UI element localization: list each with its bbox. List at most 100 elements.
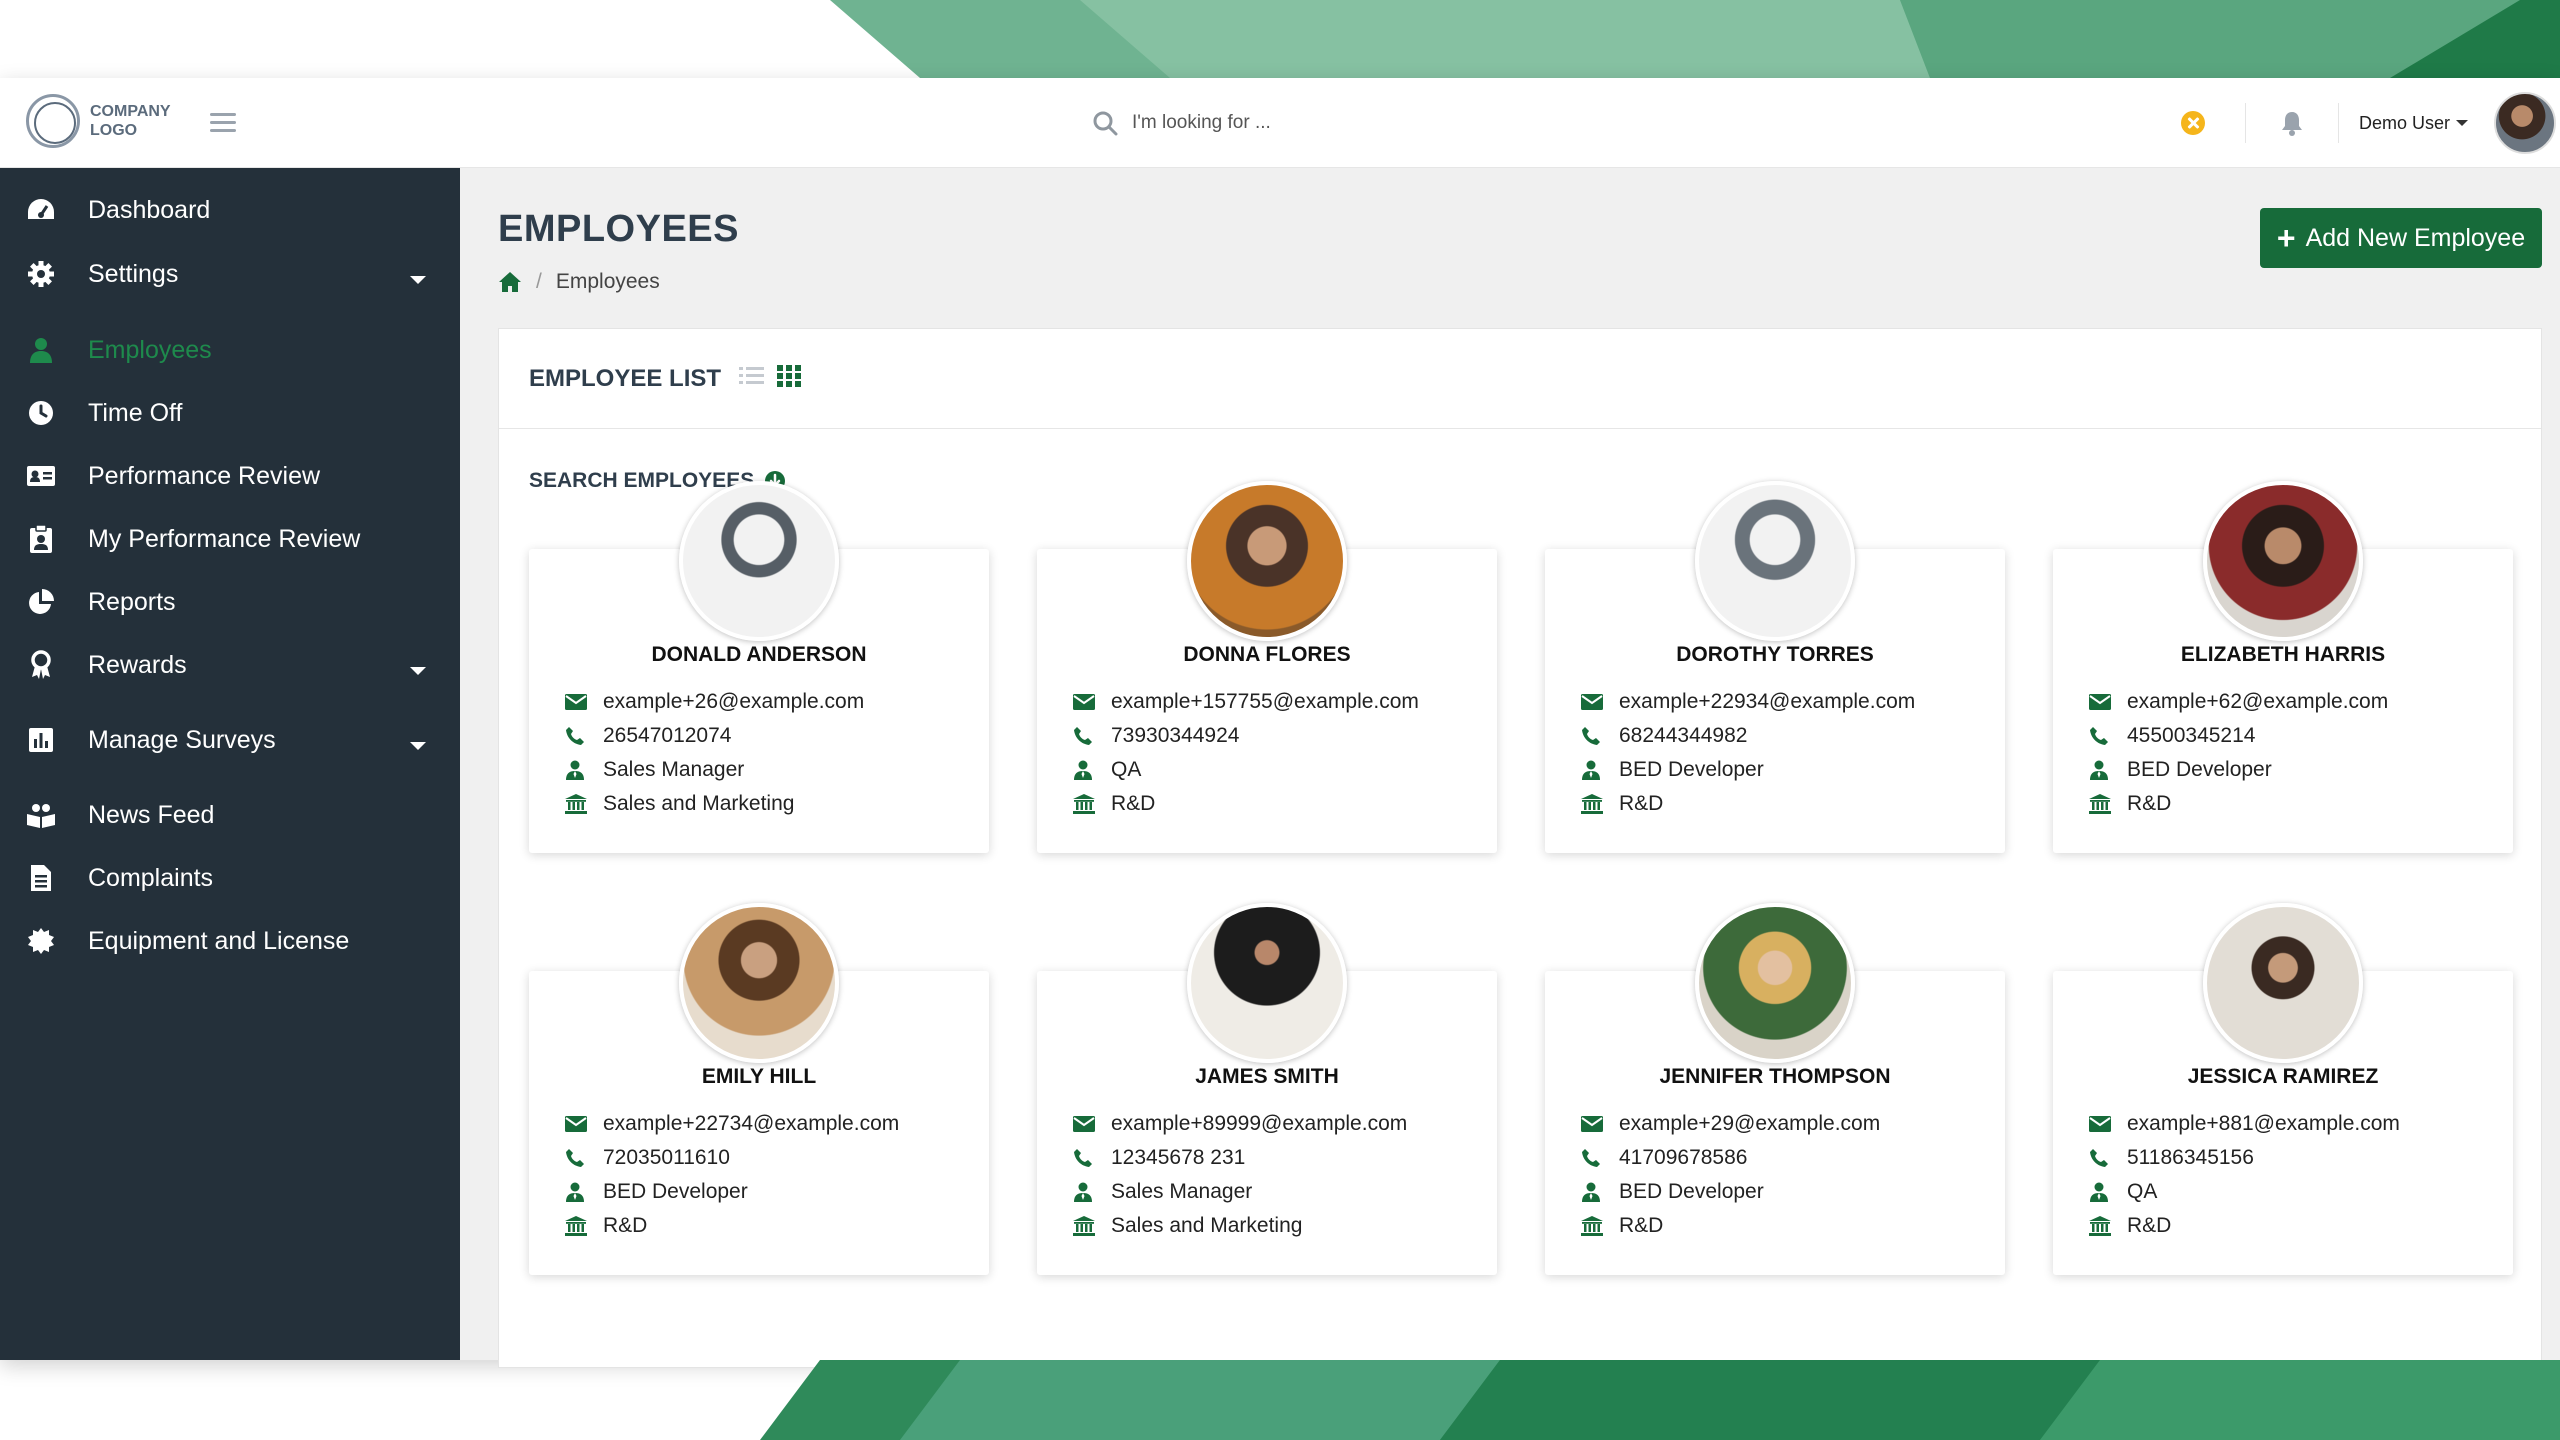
search-input[interactable] xyxy=(1132,112,1472,134)
dashboard-icon xyxy=(25,194,57,226)
employee-department: Sales and Marketing xyxy=(603,792,795,815)
employee-email-row: example+881@example.com xyxy=(2089,1107,2400,1141)
sidebar-item-reports[interactable]: Reports xyxy=(0,576,460,628)
employee-avatar xyxy=(1187,481,1347,641)
employee-email: example+22934@example.com xyxy=(1619,690,1916,713)
employee-email: example+26@example.com xyxy=(603,690,865,713)
employee-phone: 12345678 231 xyxy=(1111,1146,1246,1169)
badge-icon xyxy=(25,925,57,957)
employee-details: example+22934@example.com 68244344982 BED … xyxy=(1581,685,1915,821)
add-new-employee-button[interactable]: + Add New Employee xyxy=(2260,208,2542,268)
list-view-icon[interactable] xyxy=(739,365,765,387)
company-logo[interactable]: COMPANY LOGO xyxy=(26,94,180,148)
phone-icon xyxy=(2089,726,2127,746)
employee-card[interactable]: ELIZABETH HARRIS example+62@example.com 45… xyxy=(2053,481,2513,853)
award-icon xyxy=(25,649,57,681)
clipboard-user-icon xyxy=(25,523,57,555)
employee-card[interactable]: EMILY HILL example+22734@example.com 72035… xyxy=(529,903,989,1275)
plus-icon: + xyxy=(2276,220,2296,256)
hamburger-menu-icon[interactable] xyxy=(210,108,236,136)
employee-card[interactable]: JAMES SMITH example+89999@example.com 1234… xyxy=(1037,903,1497,1275)
envelope-icon xyxy=(1073,1116,1111,1132)
employee-avatar xyxy=(1695,903,1855,1063)
sidebar-item-equipment-and-license[interactable]: Equipment and License xyxy=(0,915,460,967)
sidebar-item-settings[interactable]: Settings xyxy=(0,248,460,300)
employee-details: example+26@example.com 26547012074 Sales M… xyxy=(565,685,864,821)
sidebar-item-label: My Performance Review xyxy=(88,524,361,553)
employee-department: R&D xyxy=(1619,792,1664,815)
employee-name: DONALD ANDERSON xyxy=(651,643,867,666)
user-tie-icon xyxy=(565,1182,603,1202)
employee-role: QA xyxy=(1111,758,1142,781)
employee-role-row: QA xyxy=(1073,753,1419,787)
employee-department-row: R&D xyxy=(565,1209,899,1243)
envelope-icon xyxy=(1581,1116,1619,1132)
sidebar-item-employees[interactable]: Employees xyxy=(0,324,460,376)
employee-department: Sales and Marketing xyxy=(1111,1214,1303,1237)
sidebar-item-complaints[interactable]: Complaints xyxy=(0,852,460,904)
decorative-top-band xyxy=(0,0,2560,78)
sidebar-item-label: Settings xyxy=(88,259,179,288)
chevron-down-icon xyxy=(410,742,426,750)
employee-card[interactable]: JESSICA RAMIREZ example+881@example.com 51… xyxy=(2053,903,2513,1275)
bar-chart-icon xyxy=(25,724,57,756)
employee-details: example+89999@example.com 12345678 231 Sal… xyxy=(1073,1107,1407,1243)
status-warning-icon[interactable] xyxy=(2180,111,2205,135)
employee-role: BED Developer xyxy=(2127,758,2272,781)
envelope-icon xyxy=(1581,694,1619,710)
sidebar-item-time-off[interactable]: Time Off xyxy=(0,387,460,439)
main-content: EMPLOYEES / Employees + Add New Employee… xyxy=(460,168,2560,1368)
pie-chart-icon xyxy=(25,586,57,618)
employee-department: R&D xyxy=(1111,792,1156,815)
user-tie-icon xyxy=(1073,760,1111,780)
employee-phone-row: 72035011610 xyxy=(565,1141,899,1175)
chevron-down-icon xyxy=(410,276,426,284)
employee-card[interactable]: DOROTHY TORRES example+22934@example.com 6… xyxy=(1545,481,2005,853)
employee-phone-row: 73930344924 xyxy=(1073,719,1419,753)
employee-card[interactable]: JENNIFER THOMPSON example+29@example.com 4… xyxy=(1545,903,2005,1275)
decorative-bottom-band xyxy=(0,1360,2560,1440)
employee-role-row: Sales Manager xyxy=(565,753,864,787)
employee-email-row: example+89999@example.com xyxy=(1073,1107,1407,1141)
employee-card[interactable]: DONNA FLORES example+157755@example.com 73… xyxy=(1037,481,1497,853)
building-columns-icon xyxy=(565,1216,603,1236)
sidebar-item-label: Rewards xyxy=(88,650,187,679)
employee-phone: 45500345214 xyxy=(2127,724,2256,747)
employee-department-row: R&D xyxy=(1581,1209,1880,1243)
employee-department: R&D xyxy=(2127,792,2172,815)
sidebar-item-rewards[interactable]: Rewards xyxy=(0,639,460,691)
employee-name: DOROTHY TORRES xyxy=(1676,643,1874,666)
search-icon[interactable] xyxy=(1092,110,1118,136)
global-search xyxy=(1092,103,1512,143)
sidebar: Dashboard Settings Employees Time Off Pe… xyxy=(0,168,460,1360)
employee-department-row: R&D xyxy=(2089,1209,2400,1243)
employee-email: example+22734@example.com xyxy=(603,1112,900,1135)
bell-icon[interactable] xyxy=(2280,110,2304,136)
user-tie-icon xyxy=(1581,1182,1619,1202)
employee-email-row: example+29@example.com xyxy=(1581,1107,1880,1141)
phone-icon xyxy=(565,726,603,746)
employee-email: example+62@example.com xyxy=(2127,690,2389,713)
chevron-down-icon xyxy=(410,667,426,675)
sidebar-item-news-feed[interactable]: News Feed xyxy=(0,789,460,841)
grid-view-icon[interactable] xyxy=(777,365,801,387)
home-icon[interactable] xyxy=(498,271,522,293)
sidebar-item-dashboard[interactable]: Dashboard xyxy=(0,184,460,236)
sidebar-item-manage-surveys[interactable]: Manage Surveys xyxy=(0,714,460,766)
employee-email-row: example+22934@example.com xyxy=(1581,685,1915,719)
employee-phone: 72035011610 xyxy=(603,1146,730,1169)
envelope-icon xyxy=(565,1116,603,1132)
employee-name: DONNA FLORES xyxy=(1183,643,1351,666)
user-avatar[interactable] xyxy=(2494,92,2556,154)
user-menu[interactable]: Demo User xyxy=(2359,113,2468,134)
employee-phone: 68244344982 xyxy=(1619,724,1748,747)
employee-email: example+29@example.com xyxy=(1619,1112,1881,1135)
building-columns-icon xyxy=(2089,794,2127,814)
employee-phone: 41709678586 xyxy=(1619,1146,1748,1169)
employee-role-row: BED Developer xyxy=(1581,1175,1880,1209)
sidebar-item-performance-review[interactable]: Performance Review xyxy=(0,450,460,502)
employee-details: example+157755@example.com 73930344924 QA R… xyxy=(1073,685,1419,821)
building-columns-icon xyxy=(2089,1216,2127,1236)
sidebar-item-my-performance-review[interactable]: My Performance Review xyxy=(0,513,460,565)
employee-card[interactable]: DONALD ANDERSON example+26@example.com 265… xyxy=(529,481,989,853)
